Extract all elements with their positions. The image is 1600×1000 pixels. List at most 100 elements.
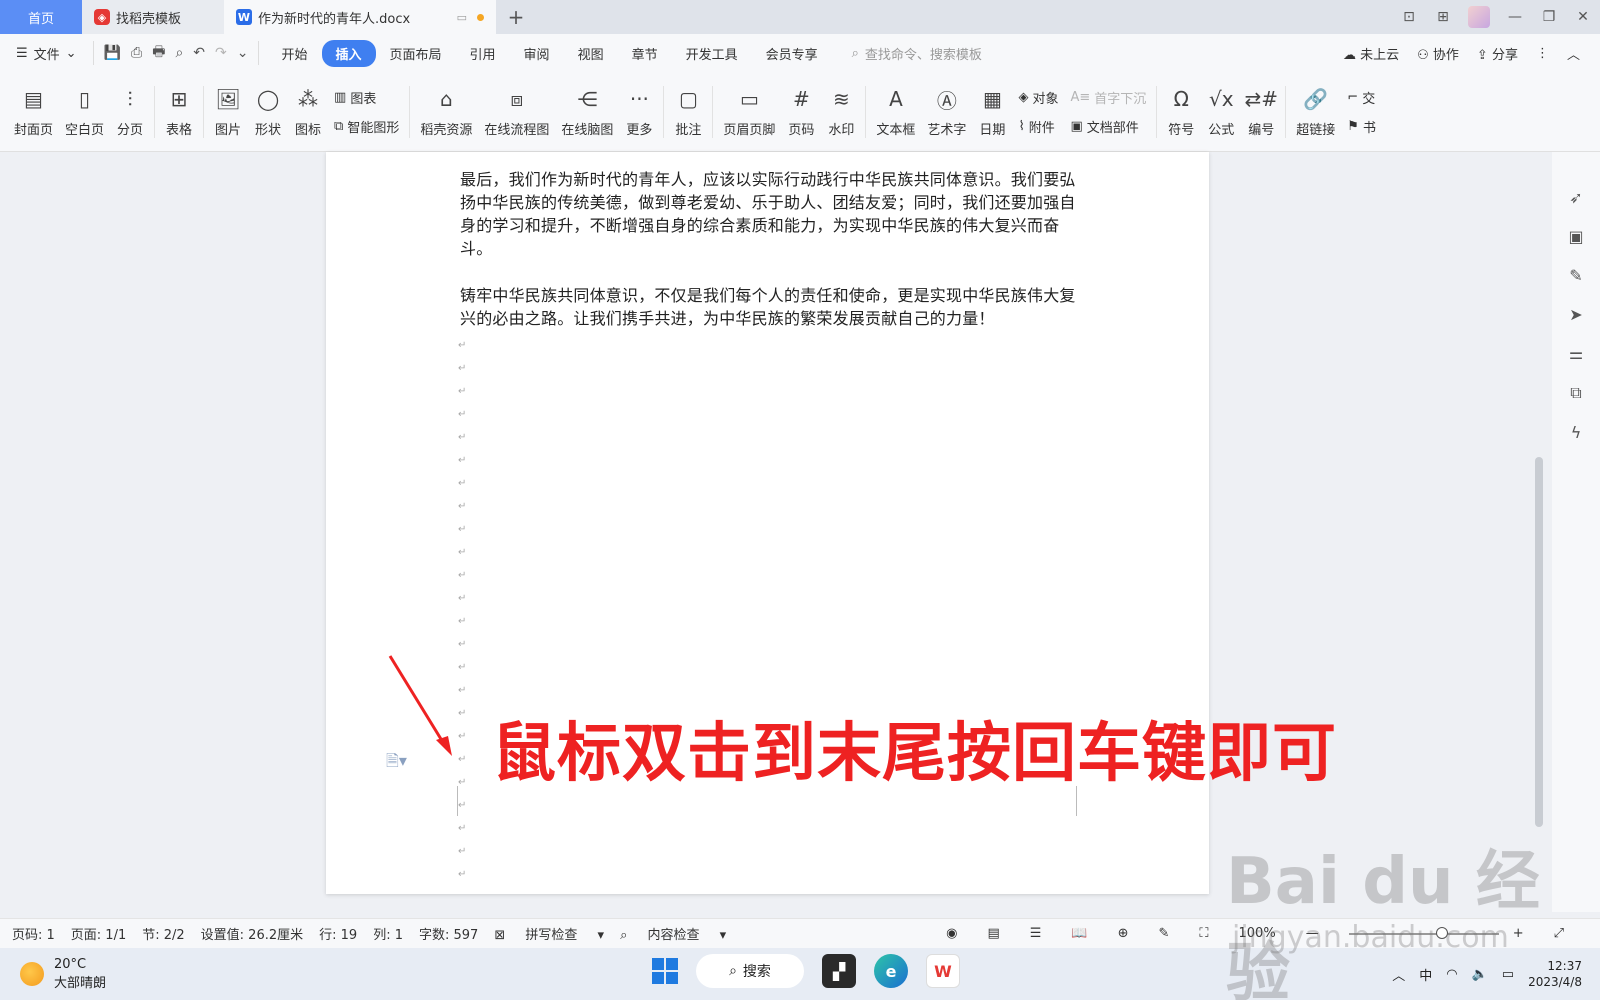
tab-templates[interactable]: ◈ 找稻壳模板 bbox=[82, 0, 224, 34]
vertical-scrollbar[interactable] bbox=[1530, 152, 1548, 912]
paragraph-2[interactable]: 铸牢中华民族共同体意识，不仅是我们每个人的责任和使命，更是实现中华民族伟大复兴的… bbox=[460, 284, 1076, 330]
image-tool-icon[interactable]: ⧉ bbox=[1570, 383, 1581, 403]
tab-home[interactable]: 首页 bbox=[0, 0, 82, 34]
resources-button[interactable]: ⌂ 稻壳资源 bbox=[414, 77, 478, 147]
cross-reference-button[interactable]: ⌐ 交 bbox=[1347, 88, 1376, 107]
share-button[interactable]: ⇪ 分享 bbox=[1477, 44, 1518, 63]
paragraph-1[interactable]: 最后，我们作为新时代的青年人，应该以实际行动践行中华民族共同体意识。我们要弘扬中… bbox=[460, 168, 1076, 260]
link-icon: 🔗 bbox=[1303, 87, 1329, 111]
start-menu-icon[interactable] bbox=[652, 958, 678, 984]
scroll-thumb[interactable] bbox=[1535, 457, 1543, 827]
spell-check-button[interactable]: ⊠ 拼写检查 ▾ bbox=[494, 924, 604, 943]
read-view-icon[interactable]: 📖 bbox=[1071, 926, 1087, 941]
edge-browser-icon[interactable]: e bbox=[874, 954, 908, 988]
cloud-button[interactable]: ☁ 未上云 bbox=[1343, 44, 1399, 63]
collapse-ribbon-icon[interactable]: ︿ bbox=[1567, 44, 1580, 63]
search-placeholder: 查找命令、搜索模板 bbox=[864, 47, 982, 63]
wordart-button[interactable]: Ⓐ 艺术字 bbox=[921, 77, 972, 147]
minimize-icon[interactable]: — bbox=[1498, 9, 1532, 25]
mindmap-button[interactable]: ⋲ 在线脑图 bbox=[555, 77, 619, 147]
symbol-button[interactable]: Ω 符号 bbox=[1161, 77, 1201, 147]
dropcap-label: 首字下沉 bbox=[1094, 91, 1147, 107]
tab-start[interactable]: 开始 bbox=[267, 40, 321, 67]
command-search-input[interactable]: ⌕ 查找命令、搜索模板 bbox=[852, 44, 982, 63]
cursor-icon[interactable]: ➤ bbox=[1569, 305, 1582, 324]
dropcap-button[interactable]: A≡ 首字下沉 bbox=[1070, 88, 1146, 107]
icon-button[interactable]: ⁂ 图标 bbox=[288, 77, 328, 147]
flowchart-button[interactable]: ⧈ 在线流程图 bbox=[478, 77, 555, 147]
status-pages[interactable]: 页面: 1/1 bbox=[71, 924, 126, 943]
print-preview-icon[interactable]: ⌕ bbox=[175, 45, 183, 61]
export-pdf-icon[interactable]: ⎙ bbox=[131, 45, 142, 61]
weather-widget[interactable]: 20°C 大部晴朗 bbox=[0, 957, 106, 991]
pen-icon[interactable]: ✎ bbox=[1569, 266, 1582, 285]
picture-button[interactable]: 🖼 图片 bbox=[208, 77, 248, 147]
avatar[interactable] bbox=[1468, 6, 1490, 28]
status-word-count[interactable]: 字数: 597 bbox=[419, 924, 478, 943]
watermark-button[interactable]: ≋ 水印 bbox=[821, 77, 861, 147]
new-tab-button[interactable]: + bbox=[496, 0, 536, 34]
doc-parts-button[interactable]: ▣ 文档部件 bbox=[1070, 117, 1146, 136]
tab-review[interactable]: 审阅 bbox=[510, 40, 564, 67]
tab-chapter[interactable]: 章节 bbox=[618, 40, 672, 67]
paperclip-icon: ⌇ bbox=[1018, 118, 1025, 134]
collab-button[interactable]: ⚇ 协作 bbox=[1417, 44, 1459, 63]
numbering-button[interactable]: ⇄# 编号 bbox=[1241, 77, 1281, 147]
print-icon[interactable]: 🖶 bbox=[152, 41, 165, 65]
undo-icon[interactable]: ↶ bbox=[193, 45, 205, 61]
collab-label: 协作 bbox=[1432, 47, 1459, 63]
comment-button[interactable]: ▢ 批注 bbox=[668, 77, 708, 147]
close-icon[interactable]: ✕ bbox=[1566, 9, 1600, 25]
page-view-icon[interactable]: ▤ bbox=[987, 926, 999, 941]
sliders-icon[interactable]: ⚌ bbox=[1569, 344, 1583, 363]
shape-button[interactable]: ◯ 形状 bbox=[248, 77, 288, 147]
hyperlink-button[interactable]: 🔗 超链接 bbox=[1290, 77, 1341, 147]
web-view-icon[interactable]: ⊕ bbox=[1118, 926, 1129, 941]
save-icon[interactable]: 💾 bbox=[104, 45, 121, 61]
chart-button[interactable]: ▥ 图表 bbox=[334, 88, 399, 107]
tab-developer[interactable]: 开发工具 bbox=[672, 40, 752, 67]
lightning-icon[interactable]: ϟ bbox=[1571, 423, 1582, 442]
header-footer-button[interactable]: ▭ 页眉页脚 bbox=[717, 77, 781, 147]
bookmark-button[interactable]: ⚑ 书 bbox=[1347, 117, 1376, 136]
attachment-button[interactable]: ⌇ 附件 bbox=[1018, 117, 1058, 136]
formula-button[interactable]: √x 公式 bbox=[1201, 77, 1241, 147]
doc-parts-label: 文档部件 bbox=[1086, 120, 1139, 136]
monitor-icon[interactable]: ▭ bbox=[457, 11, 467, 24]
restore-icon[interactable]: ❐ bbox=[1532, 9, 1566, 25]
write-view-icon[interactable]: ✎ bbox=[1159, 926, 1170, 941]
grid-icon[interactable]: ⊞ bbox=[1426, 9, 1460, 25]
more-button[interactable]: ··· 更多 bbox=[619, 77, 659, 147]
customize-icon[interactable]: ⌄ bbox=[237, 45, 249, 61]
cover-page-button[interactable]: ▤ 封面页 bbox=[8, 77, 59, 147]
file-menu-button[interactable]: ☰ 文件 ⌄ bbox=[0, 44, 93, 63]
tab-document[interactable]: W 作为新时代的青年人.docx ▭ bbox=[224, 0, 496, 34]
more-icon[interactable]: ⋮ bbox=[1536, 46, 1549, 61]
object-button[interactable]: ◈ 对象 bbox=[1018, 88, 1058, 107]
tab-references[interactable]: 引用 bbox=[456, 40, 510, 67]
reader-icon[interactable]: ▣ bbox=[1568, 227, 1583, 246]
redo-icon[interactable]: ↷ bbox=[215, 45, 227, 61]
date-label: 日期 bbox=[979, 123, 1006, 138]
document-page[interactable]: 最后，我们作为新时代的青年人，应该以实际行动践行中华民族共同体意识。我们要弘扬中… bbox=[326, 152, 1336, 894]
page-break-button[interactable]: ⫶ 分页 bbox=[110, 77, 150, 147]
eye-protection-icon[interactable]: ◉ bbox=[946, 926, 957, 941]
page-number-button[interactable]: # 页码 bbox=[781, 77, 821, 147]
textbox-button[interactable]: A 文本框 bbox=[870, 77, 921, 147]
tab-view[interactable]: 视图 bbox=[564, 40, 618, 67]
tab-page-layout[interactable]: 页面布局 bbox=[376, 40, 456, 67]
content-check-button[interactable]: ⌕ 内容检查 ▾ bbox=[620, 924, 726, 943]
table-button[interactable]: ⊞ 表格 bbox=[159, 77, 199, 147]
wps-office-icon[interactable]: W bbox=[926, 954, 960, 988]
rocket-icon[interactable]: ➶ bbox=[1569, 188, 1582, 207]
outline-view-icon[interactable]: ☰ bbox=[1030, 926, 1042, 941]
layout-icon[interactable]: ⊡ bbox=[1392, 9, 1426, 25]
task-view-icon[interactable]: ▞ bbox=[822, 954, 856, 988]
smart-art-button[interactable]: ⧉ 智能图形 bbox=[334, 117, 399, 136]
tab-insert[interactable]: 插入 bbox=[321, 39, 376, 67]
blank-page-button[interactable]: ▯ 空白页 bbox=[59, 77, 110, 147]
date-button[interactable]: ▦ 日期 bbox=[972, 77, 1012, 147]
fit-page-icon[interactable]: ⛶ bbox=[1199, 926, 1208, 941]
taskbar-search-button[interactable]: ⌕ 搜索 bbox=[696, 954, 804, 988]
tab-member[interactable]: 会员专享 bbox=[752, 40, 832, 67]
